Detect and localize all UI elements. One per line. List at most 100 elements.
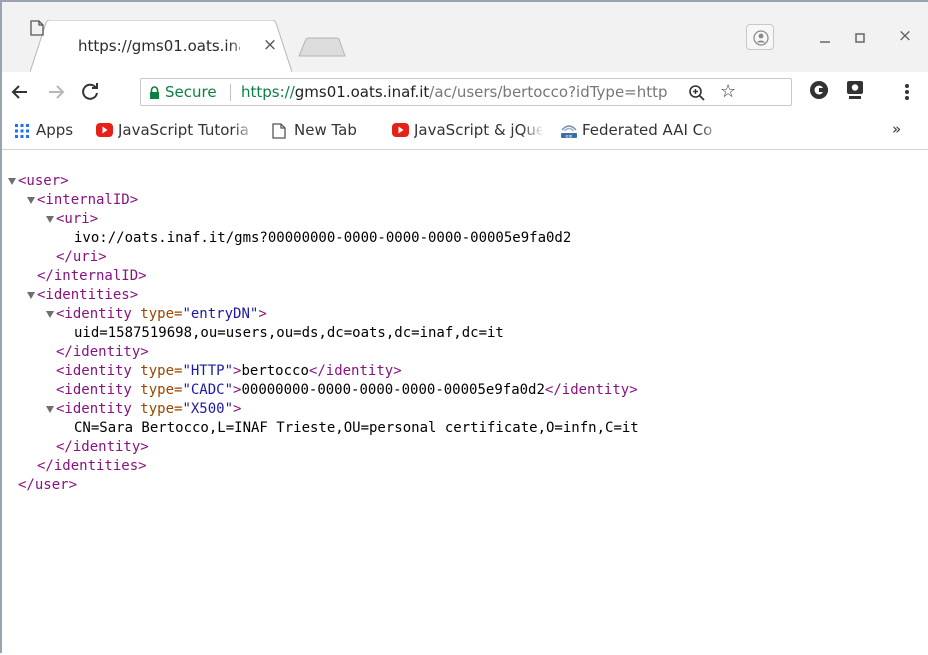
bookmark-javascript-jquery[interactable]: JavaScript & jQue (392, 121, 544, 141)
svg-text:egi: egi (566, 133, 573, 139)
xml-attr-value: "HTTP" (182, 363, 234, 379)
xml-text: bertocco (241, 363, 309, 379)
address-bar[interactable]: Secure https://gms01.oats.inaf.it/ac/use… (140, 78, 792, 106)
xml-tag: </identity> (544, 382, 638, 398)
xml-line: </identities> (37, 457, 147, 476)
xml-line: uid=1587519698,ou=users,ou=ds,dc=oats,dc… (74, 324, 504, 343)
xml-line: </identity> (56, 343, 149, 362)
xml-tag: </identity> (56, 344, 149, 360)
user-avatar-icon (753, 30, 769, 46)
xml-tag: <identities> (37, 287, 139, 303)
browser-tab[interactable]: https://gms01.oats.inaf.it/ac/users/bert… (30, 20, 292, 72)
xml-text: 00000000-0000-0000-0000-00005e9fa0d2 (241, 382, 545, 398)
page-icon (30, 20, 44, 36)
bookmark-star-icon[interactable]: ☆ (720, 82, 736, 102)
xml-line: <identity type="CADC">00000000-0000-0000… (56, 381, 638, 400)
tab-title: https://gms01.oats.inaf.it/ac/users/bert… (78, 37, 240, 55)
xml-tag: </user> (18, 477, 78, 493)
back-arrow-icon[interactable] (8, 80, 32, 104)
xml-text: ivo://oats.inaf.it/gms?00000000-0000-000… (74, 230, 572, 246)
bookmark-fade (700, 121, 722, 141)
youtube-icon (392, 123, 409, 137)
collapse-triangle-icon[interactable] (8, 178, 16, 185)
youtube-icon (96, 123, 113, 137)
address-separator (230, 84, 231, 101)
tab-close-button[interactable]: × (262, 35, 278, 55)
xml-tag: <internalID> (37, 192, 139, 208)
zoom-icon[interactable] (688, 84, 706, 102)
xml-tag: <identity (56, 306, 132, 322)
window-close-icon[interactable]: × (896, 26, 914, 46)
xml-tag: <identity (56, 382, 132, 398)
minimize-icon[interactable] (817, 28, 833, 48)
page-icon (272, 123, 286, 139)
xml-tag: </internalID> (37, 268, 147, 284)
xml-line: </identity> (56, 438, 149, 457)
collapse-triangle-icon[interactable] (46, 216, 54, 223)
xml-attr-value: "CADC" (182, 382, 234, 398)
apps-grid-icon (15, 124, 29, 138)
xml-attr-value: "X500" (182, 401, 234, 417)
xml-attr-value: "entryDN" (182, 306, 259, 322)
federation-icon: egi (561, 125, 577, 139)
bookmark-federated-aai[interactable]: egi Federated AAI Co (560, 121, 722, 141)
xml-tag: </uri> (56, 249, 107, 265)
secure-label: Secure (165, 83, 217, 101)
xml-tag: </identity> (56, 439, 149, 455)
forward-arrow-icon[interactable] (44, 80, 68, 104)
bookmark-label: Apps (36, 121, 74, 139)
xml-tag: </identities> (37, 458, 147, 474)
new-tab-button[interactable] (298, 37, 346, 57)
reload-icon[interactable] (78, 80, 102, 104)
browser-window: https://gms01.oats.inaf.it/ac/users/bert… (0, 0, 928, 655)
collapse-triangle-icon[interactable] (27, 292, 35, 299)
xml-tag: </identity> (308, 363, 402, 379)
xml-tag: <identity (56, 363, 132, 379)
lock-icon (150, 86, 159, 99)
bookmark-apps[interactable]: Apps (14, 121, 78, 141)
xml-text: uid=1587519698,ou=users,ou=ds,dc=oats,dc… (74, 325, 504, 341)
url-text[interactable]: https://gms01.oats.inaf.it/ac/users/bert… (241, 83, 681, 101)
xml-line: </uri> (56, 248, 107, 267)
xml-line: <user> (18, 172, 69, 191)
url-scheme: https:// (241, 83, 295, 101)
xml-tag: > (258, 306, 267, 322)
screen-capture-icon[interactable] (844, 79, 866, 101)
collapse-triangle-icon[interactable] (46, 311, 54, 318)
bookmark-new-tab[interactable]: New Tab (272, 121, 376, 141)
xml-line: <internalID> (37, 191, 138, 210)
xml-line: <identity type="entryDN"> (56, 305, 267, 324)
xml-attr: type= (140, 382, 183, 398)
xml-line: CN=Sara Bertocco,L=INAF Trieste,OU=perso… (74, 419, 639, 438)
tab-strip: https://gms01.oats.inaf.it/ac/users/bert… (2, 2, 928, 72)
xml-attr: type= (140, 306, 183, 322)
bookmarks-overflow-button[interactable]: » (892, 120, 901, 138)
bookmark-label: New Tab (294, 121, 357, 139)
xml-attr: type= (140, 401, 183, 417)
toolbar: Secure https://gms01.oats.inaf.it/ac/use… (2, 72, 928, 112)
collapse-triangle-icon[interactable] (46, 406, 54, 413)
menu-icon[interactable] (900, 80, 914, 104)
xml-tag: <uri> (56, 211, 99, 227)
profile-button[interactable] (746, 24, 774, 50)
xml-line: </internalID> (37, 267, 147, 286)
bookmarks-bar: Apps JavaScript Tutoria New Tab JavaScri… (2, 112, 928, 150)
bookmark-fade (522, 121, 544, 141)
xml-line: </user> (18, 476, 77, 495)
xml-line: <identities> (37, 286, 138, 305)
bookmark-javascript-tutorial[interactable]: JavaScript Tutoria (96, 121, 256, 141)
maximize-icon[interactable] (852, 28, 868, 48)
xml-line: <uri> (56, 210, 98, 229)
xml-line: ivo://oats.inaf.it/gms?00000000-0000-000… (74, 229, 571, 248)
bookmark-fade (234, 121, 256, 141)
xml-tag: <identity (56, 401, 132, 417)
tab-title-fade (228, 36, 254, 58)
collapse-triangle-icon[interactable] (27, 197, 35, 204)
url-path: /ac/users/bertocco?idType=http (429, 83, 668, 101)
xml-tag: > (233, 401, 242, 417)
xml-line: <identity type="HTTP">bertocco</identity… (56, 362, 402, 381)
extension-icon[interactable] (808, 79, 830, 101)
xml-attr: type= (140, 363, 183, 379)
page-content: <user> <internalID> <uri> ivo://oats.ina… (2, 150, 928, 655)
xml-line: <identity type="X500"> (56, 400, 241, 419)
